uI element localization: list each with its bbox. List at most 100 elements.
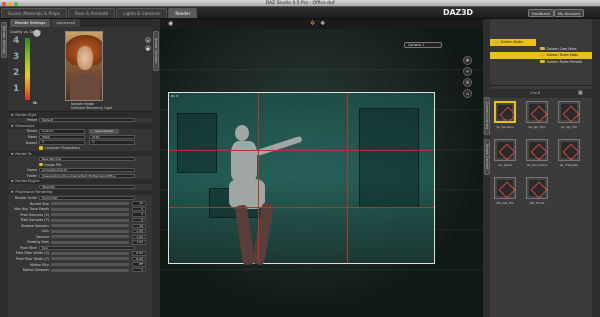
orbit-icon[interactable]: ✥ — [463, 56, 472, 65]
overlay-preview-icon — [529, 104, 547, 122]
content-thumbnail[interactable] — [526, 139, 548, 161]
camera-select[interactable]: Camera 1 — [404, 42, 442, 48]
setting-label: Name — [27, 168, 37, 173]
setting-field[interactable]: Sinc — [39, 245, 135, 251]
composition-guide-icon — [562, 143, 579, 160]
side-tab-render-settings[interactable]: Render Settings — [1, 22, 7, 58]
setting-slider[interactable] — [51, 240, 129, 244]
quality-level-2[interactable]: 2 — [13, 68, 19, 78]
grid-view-icon[interactable]: ▦ — [578, 89, 583, 98]
setting-value[interactable]: 5 — [39, 140, 85, 145]
viewport: ◉ ✲ ❖ Camera 1 ✥ ✛ ⊕ ⌂ RC 8 — [160, 19, 483, 317]
side-tab-smart-content-left[interactable]: Smart Content — [153, 31, 159, 71]
checkbox[interactable] — [39, 146, 43, 150]
viewport-toolbar: ◉ ✲ ❖ — [160, 19, 483, 29]
setting-slider[interactable] — [51, 257, 129, 261]
setting-slider[interactable] — [51, 218, 129, 222]
tab-advanced[interactable]: Advanced — [51, 19, 81, 27]
render-button-icon[interactable]: ● — [145, 45, 151, 51]
activity-tab-0[interactable]: Scene, Materials & Props — [1, 8, 68, 18]
activity-tab-3[interactable]: Render — [168, 8, 198, 18]
folder-icon — [540, 53, 545, 57]
overlay-preview-icon — [561, 104, 579, 122]
setting-value-2[interactable]: 3 — [89, 140, 135, 145]
setting-value[interactable]: Off — [132, 262, 146, 267]
setting-value[interactable]: 1.00 — [132, 234, 146, 239]
activity-tab-1[interactable]: Pose & Animate — [68, 8, 116, 18]
section-header-label: Progressive Rendering — [15, 190, 53, 195]
setting-value[interactable]: 4 — [132, 212, 146, 217]
content-thumbnail[interactable] — [526, 177, 548, 199]
radio-button[interactable] — [39, 162, 43, 167]
camera-icon[interactable]: ◉ — [168, 20, 173, 27]
overlay-preview-icon — [561, 142, 579, 160]
content-thumbnail[interactable] — [558, 139, 580, 161]
overlay-preview-icon — [498, 105, 514, 121]
content-thumbnail[interactable] — [494, 101, 516, 123]
setting-value[interactable]: 16 — [132, 201, 146, 206]
activity-tab-2[interactable]: Lights & Cameras — [116, 8, 168, 18]
tree-item-label: Golden Rules Mats — [546, 53, 578, 57]
quality-slider[interactable] — [25, 38, 30, 100]
quality-level-1[interactable]: 1 — [13, 84, 19, 94]
setting-slider[interactable] — [51, 263, 129, 267]
section-header-label: Render To — [15, 151, 32, 156]
tab-render-settings[interactable]: Render Settings — [10, 19, 51, 27]
quality-level-3[interactable]: 3 — [13, 52, 19, 62]
content-thumbnail[interactable] — [494, 139, 516, 161]
setting-slider[interactable] — [51, 268, 129, 272]
setting-value[interactable]: 6.00 — [132, 251, 146, 256]
library-tree: Golden Rules Golden Cam Mats Golden Rules … — [490, 39, 592, 65]
setting-slider[interactable] — [51, 235, 129, 239]
content-thumbnail[interactable] — [558, 101, 580, 123]
left-side-strip: Render Settings — [0, 19, 8, 317]
my-account-button[interactable]: My Account — [554, 9, 585, 17]
setting-field[interactable]: /Users/admin/Documents/DAZ 3D/Renders/Of… — [39, 173, 135, 178]
setting-slider[interactable] — [51, 202, 129, 206]
setting-value[interactable]: 2 — [132, 206, 146, 212]
setting-slider[interactable] — [51, 213, 129, 217]
pan-icon[interactable]: ✛ — [463, 67, 472, 76]
setting-value[interactable]: 3600 — [39, 134, 85, 140]
setting-value-2[interactable]: 2161 — [89, 134, 135, 140]
setting-value[interactable]: 1 — [132, 267, 146, 273]
content-thumbnail[interactable] — [526, 101, 548, 123]
setting-value[interactable]: 4 — [132, 218, 146, 223]
frame-icon[interactable]: ⌂ — [463, 89, 472, 98]
viewport-scene[interactable]: Camera 1 ✥ ✛ ⊕ ⌂ RC 8 — [160, 29, 483, 317]
machine-panel-left — [177, 113, 217, 173]
setting-value[interactable]: 1.00 — [132, 240, 146, 245]
setting-slider[interactable] — [51, 207, 129, 211]
content-thumbnail[interactable] — [494, 177, 516, 199]
panel-options-icon[interactable]: ≡ — [145, 37, 151, 43]
setting-slider[interactable] — [51, 224, 129, 228]
setting-row: Pixels 3600 2161 — [8, 134, 152, 140]
quality-high-icon: ⬤ — [33, 29, 41, 37]
setting-value[interactable]: 6.00 — [132, 256, 146, 262]
setting-field[interactable]: New Window — [39, 157, 135, 162]
figure-hips — [229, 179, 265, 209]
render-panel-tabs: Render Settings Advanced — [8, 19, 152, 27]
setting-label: Bucket Size — [29, 201, 49, 206]
setting-field[interactable]: Default — [39, 118, 135, 123]
dolly-icon[interactable]: ⊕ — [463, 78, 472, 87]
light-tool-icon[interactable]: ✲ — [310, 20, 315, 27]
setting-field[interactable]: 3Delight — [39, 184, 135, 190]
setting-value[interactable]: 1.00 — [132, 229, 146, 234]
option-label: Constrain Proportions — [44, 146, 81, 151]
setting-field[interactable]: ActiveWindow.tif — [39, 168, 135, 173]
setting-value[interactable]: 16 — [132, 223, 146, 228]
setting-field[interactable]: Horizontal — [39, 195, 135, 201]
render-icon[interactable]: ❖ — [320, 20, 325, 27]
library-tree-item[interactable]: Golden Rules Presets — [490, 59, 592, 66]
setting-slider[interactable] — [51, 229, 129, 233]
setting-value[interactable]: Custom — [39, 129, 85, 134]
setting-slider[interactable] — [51, 251, 129, 255]
save-preset-button[interactable]: Save Preset — [89, 129, 119, 134]
quality-level-4[interactable]: 4 — [13, 36, 19, 46]
thumbnail-label: NO_Del_Tria — [496, 201, 514, 205]
setting-label: Pixels — [27, 134, 37, 139]
composition-guide-icon — [530, 143, 547, 160]
sample-face — [77, 46, 93, 70]
feedback-button[interactable]: Feedback — [528, 9, 555, 17]
